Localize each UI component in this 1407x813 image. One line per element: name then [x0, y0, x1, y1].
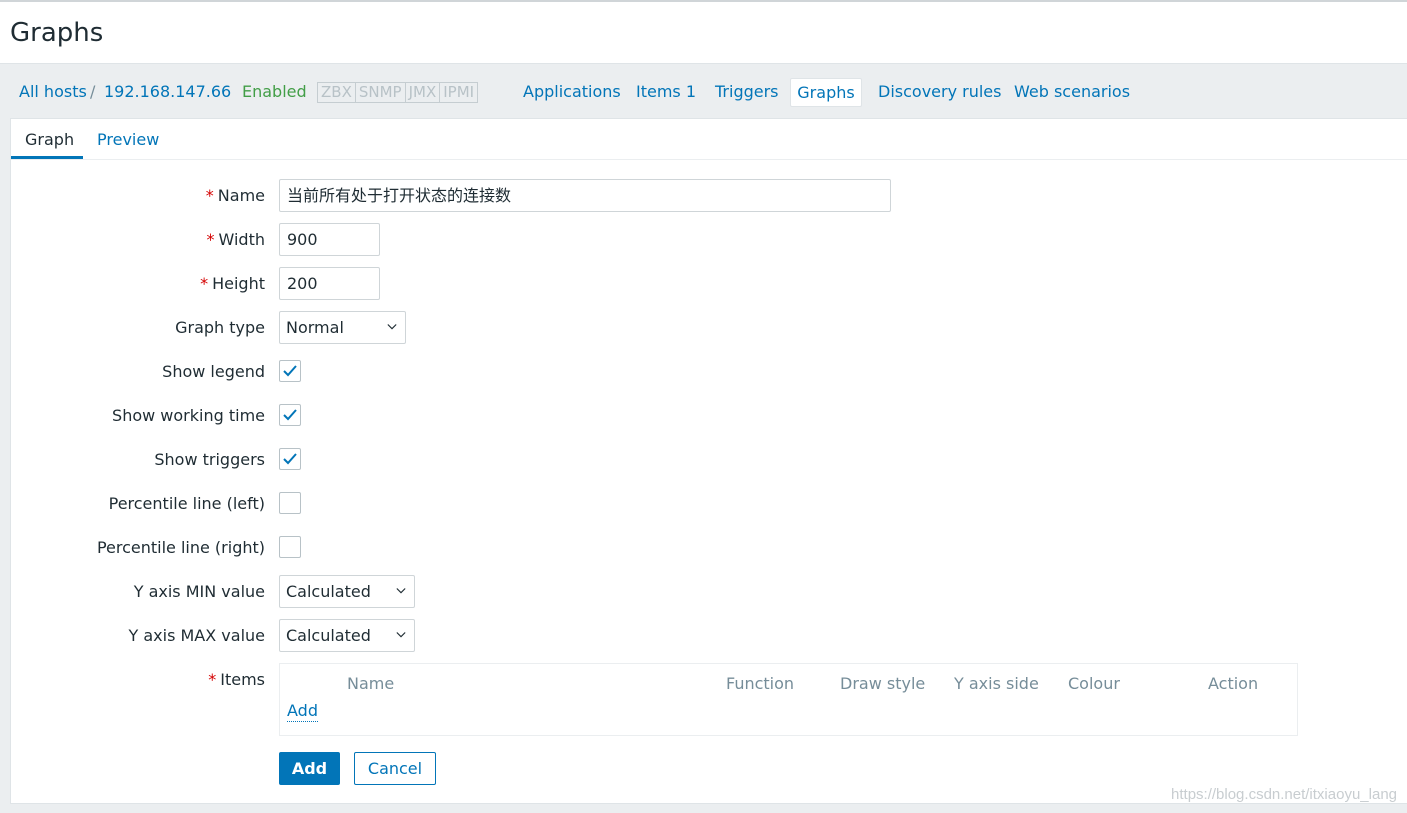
form-tabs: Graph Preview: [11, 119, 1407, 160]
show-legend-label: Show legend: [162, 362, 265, 381]
percentile-right-label: Percentile line (right): [96, 538, 265, 557]
chevron-down-icon: [396, 632, 406, 638]
show-triggers-checkbox[interactable]: [279, 448, 301, 470]
checkmark-icon: [283, 365, 297, 377]
host-navigation: All hosts / 192.168.147.66 Enabled ZBX S…: [0, 64, 1407, 118]
checkmark-icon: [283, 453, 297, 465]
graph-type-select[interactable]: Normal: [279, 311, 406, 344]
required-mark: *: [206, 230, 215, 249]
availability-snmp: SNMP: [356, 83, 406, 102]
ymax-select[interactable]: Calculated: [279, 619, 415, 652]
ymax-value: Calculated: [286, 626, 371, 645]
show-working-time-checkbox[interactable]: [279, 404, 301, 426]
nav-triggers[interactable]: Triggers: [715, 82, 779, 102]
required-mark: *: [208, 670, 217, 689]
column-header-name: Name: [347, 674, 395, 693]
percentile-left-label: Percentile line (left): [108, 494, 265, 513]
host-status-badge: Enabled: [242, 82, 307, 101]
items-table: Name Function Draw style Y axis side Col…: [279, 663, 1298, 736]
items-label: * Items: [208, 670, 265, 689]
ymin-value: Calculated: [286, 582, 371, 601]
graph-type-label: Graph type: [175, 318, 265, 337]
page-title: Graphs: [10, 18, 104, 48]
column-header-action: Action: [1208, 674, 1259, 693]
chevron-down-icon: [387, 324, 397, 330]
name-label: * Name: [205, 186, 265, 205]
width-label: * Width: [206, 230, 265, 249]
nav-applications[interactable]: Applications: [523, 82, 621, 102]
availability-indicators: ZBX SNMP JMX IPMI: [317, 82, 479, 103]
height-input[interactable]: 200: [279, 267, 380, 300]
ymin-select[interactable]: Calculated: [279, 575, 415, 608]
nav-host[interactable]: 192.168.147.66: [104, 82, 231, 102]
nav-items[interactable]: Items 1: [636, 82, 696, 102]
height-label: * Height: [200, 274, 265, 293]
availability-zbx: ZBX: [318, 83, 356, 102]
column-header-draw-style: Draw style: [840, 674, 926, 693]
column-header-y-axis-side: Y axis side: [954, 674, 1039, 693]
tab-graph[interactable]: Graph: [25, 130, 74, 150]
required-mark: *: [205, 186, 214, 205]
tab-preview[interactable]: Preview: [97, 130, 159, 150]
availability-jmx: JMX: [406, 83, 441, 102]
watermark-text: https://blog.csdn.net/itxiaoyu_lang: [1171, 786, 1397, 803]
nav-discovery-rules[interactable]: Discovery rules: [878, 82, 1001, 102]
ymin-label: Y axis MIN value: [133, 582, 265, 601]
percentile-left-checkbox[interactable]: [279, 492, 301, 514]
chevron-down-icon: [396, 588, 406, 594]
show-working-time-label: Show working time: [112, 406, 265, 425]
graph-type-value: Normal: [286, 318, 344, 337]
nav-all-hosts[interactable]: All hosts: [19, 82, 87, 102]
required-mark: *: [200, 274, 209, 293]
page-header: Graphs: [0, 2, 1407, 64]
show-triggers-label: Show triggers: [154, 450, 265, 469]
column-header-function: Function: [726, 674, 795, 693]
nav-graphs[interactable]: Graphs: [790, 78, 862, 107]
availability-ipmi: IPMI: [443, 83, 475, 101]
show-legend-checkbox[interactable]: [279, 360, 301, 382]
nav-web-scenarios[interactable]: Web scenarios: [1014, 82, 1130, 102]
tab-active-indicator: [11, 156, 83, 159]
name-input[interactable]: 当前所有处于打开状态的连接数: [279, 179, 891, 212]
ymax-label: Y axis MAX value: [128, 626, 266, 645]
cancel-button[interactable]: Cancel: [354, 752, 436, 785]
add-item-link[interactable]: Add: [287, 701, 318, 722]
column-header-colour: Colour: [1068, 674, 1120, 693]
add-button[interactable]: Add: [279, 752, 340, 785]
breadcrumb-separator: /: [90, 82, 96, 101]
checkmark-icon: [283, 409, 297, 421]
percentile-right-checkbox[interactable]: [279, 536, 301, 558]
width-input[interactable]: 900: [279, 223, 380, 256]
